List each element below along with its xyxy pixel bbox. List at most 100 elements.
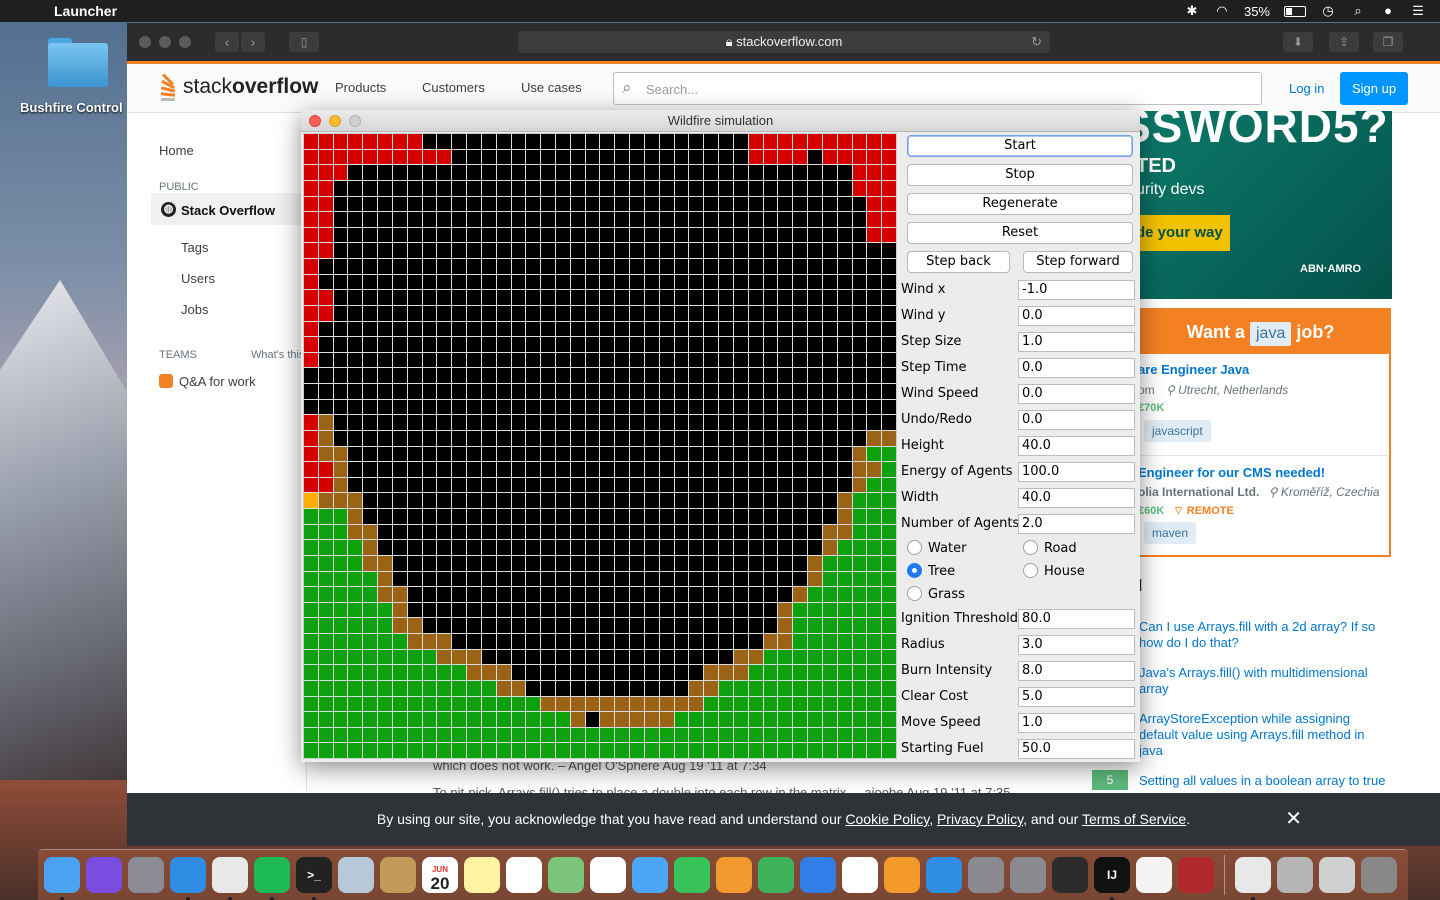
grid-cell[interactable] — [348, 321, 363, 337]
grid-cell[interactable] — [526, 712, 541, 727]
grid-cell[interactable] — [600, 430, 615, 446]
grid-cell[interactable] — [733, 446, 748, 462]
grid-cell[interactable] — [348, 477, 363, 493]
grid-cell[interactable] — [763, 321, 778, 337]
grid-cell[interactable] — [644, 712, 659, 727]
grid-cell[interactable] — [496, 665, 511, 680]
grid-cell[interactable] — [778, 134, 793, 149]
grid-cell[interactable] — [719, 727, 733, 743]
grid-cell[interactable] — [526, 540, 541, 555]
grid-cell[interactable] — [837, 540, 852, 555]
grid-cell[interactable] — [570, 446, 585, 462]
grid-cell[interactable] — [585, 680, 600, 696]
grid-cell[interactable] — [837, 134, 852, 149]
grid-cell[interactable] — [304, 227, 318, 243]
dock-keynote-icon[interactable] — [800, 857, 836, 893]
grid-cell[interactable] — [763, 259, 778, 274]
grid-cell[interactable] — [481, 384, 496, 399]
grid-cell[interactable] — [452, 415, 467, 430]
grid-cell[interactable] — [392, 165, 407, 180]
start-button[interactable]: Start — [907, 135, 1133, 157]
grid-cell[interactable] — [422, 165, 437, 180]
grid-cell[interactable] — [467, 477, 481, 493]
energy-of-agents-field[interactable]: 100.0 — [1018, 462, 1135, 482]
grid-cell[interactable] — [318, 415, 333, 430]
burn-intensity-field[interactable]: 8.0 — [1018, 661, 1135, 681]
grid-cell[interactable] — [407, 149, 422, 165]
grid-cell[interactable] — [704, 321, 719, 337]
grid-cell[interactable] — [674, 274, 689, 290]
grid-cell[interactable] — [541, 149, 556, 165]
grid-cell[interactable] — [333, 274, 348, 290]
grid-cell[interactable] — [808, 540, 822, 555]
grid-cell[interactable] — [363, 259, 378, 274]
grid-cell[interactable] — [511, 149, 526, 165]
grid-cell[interactable] — [452, 196, 467, 212]
grid-cell[interactable] — [822, 212, 837, 227]
grid-cell[interactable] — [763, 149, 778, 165]
grid-cell[interactable] — [422, 415, 437, 430]
grid-cell[interactable] — [348, 493, 363, 508]
grid-cell[interactable] — [511, 587, 526, 602]
grid-cell[interactable] — [437, 743, 452, 758]
dock-system-preferences-icon[interactable] — [968, 857, 1004, 893]
grid-cell[interactable] — [348, 509, 363, 524]
grid-cell[interactable] — [704, 540, 719, 555]
grid-cell[interactable] — [481, 399, 496, 415]
grid-cell[interactable] — [304, 259, 318, 274]
grid-cell[interactable] — [392, 649, 407, 665]
tabs-overview-icon[interactable]: ❐ — [1373, 32, 1403, 52]
grid-cell[interactable] — [808, 477, 822, 493]
grid-cell[interactable] — [407, 587, 422, 602]
grid-cell[interactable] — [422, 212, 437, 227]
grid-cell[interactable] — [837, 243, 852, 258]
related-question-link[interactable]: ArrayStoreException while assigning defa… — [1139, 711, 1389, 759]
grid-cell[interactable] — [541, 587, 556, 602]
grid-cell[interactable] — [392, 446, 407, 462]
grid-cell[interactable] — [822, 259, 837, 274]
grid-cell[interactable] — [585, 634, 600, 649]
grid-cell[interactable] — [793, 368, 808, 383]
grid-cell[interactable] — [704, 290, 719, 305]
grid-cell[interactable] — [496, 712, 511, 727]
grid-cell[interactable] — [659, 555, 674, 571]
grid-cell[interactable] — [778, 290, 793, 305]
grid-cell[interactable] — [556, 602, 570, 618]
grid-cell[interactable] — [452, 649, 467, 665]
grid-cell[interactable] — [822, 493, 837, 508]
grid-cell[interactable] — [615, 352, 630, 368]
reset-button[interactable]: Reset — [907, 222, 1133, 244]
grid-cell[interactable] — [333, 196, 348, 212]
grid-cell[interactable] — [837, 321, 852, 337]
grid-cell[interactable] — [719, 259, 733, 274]
grid-cell[interactable] — [570, 212, 585, 227]
grid-cell[interactable] — [570, 727, 585, 743]
grid-cell[interactable] — [570, 555, 585, 571]
grid-cell[interactable] — [541, 290, 556, 305]
grid-cell[interactable] — [600, 696, 615, 712]
grid-cell[interactable] — [585, 243, 600, 258]
grid-cell[interactable] — [822, 618, 837, 633]
grid-cell[interactable] — [333, 477, 348, 493]
grid-cell[interactable] — [704, 430, 719, 446]
grid-cell[interactable] — [407, 712, 422, 727]
grid-cell[interactable] — [333, 415, 348, 430]
grid-cell[interactable] — [392, 509, 407, 524]
grid-cell[interactable] — [778, 337, 793, 352]
grid-cell[interactable] — [808, 509, 822, 524]
log-in-link[interactable]: Log in — [1289, 81, 1324, 96]
grid-cell[interactable] — [659, 149, 674, 165]
grid-cell[interactable] — [837, 305, 852, 321]
grid-cell[interactable] — [585, 415, 600, 430]
grid-cell[interactable] — [763, 555, 778, 571]
grid-cell[interactable] — [763, 352, 778, 368]
grid-cell[interactable] — [644, 665, 659, 680]
grid-cell[interactable] — [333, 493, 348, 508]
grid-cell[interactable] — [407, 727, 422, 743]
grid-cell[interactable] — [748, 743, 763, 758]
grid-cell[interactable] — [570, 493, 585, 508]
grid-cell[interactable] — [763, 305, 778, 321]
grid-cell[interactable] — [852, 399, 867, 415]
grid-cell[interactable] — [748, 477, 763, 493]
grid-cell[interactable] — [407, 212, 422, 227]
